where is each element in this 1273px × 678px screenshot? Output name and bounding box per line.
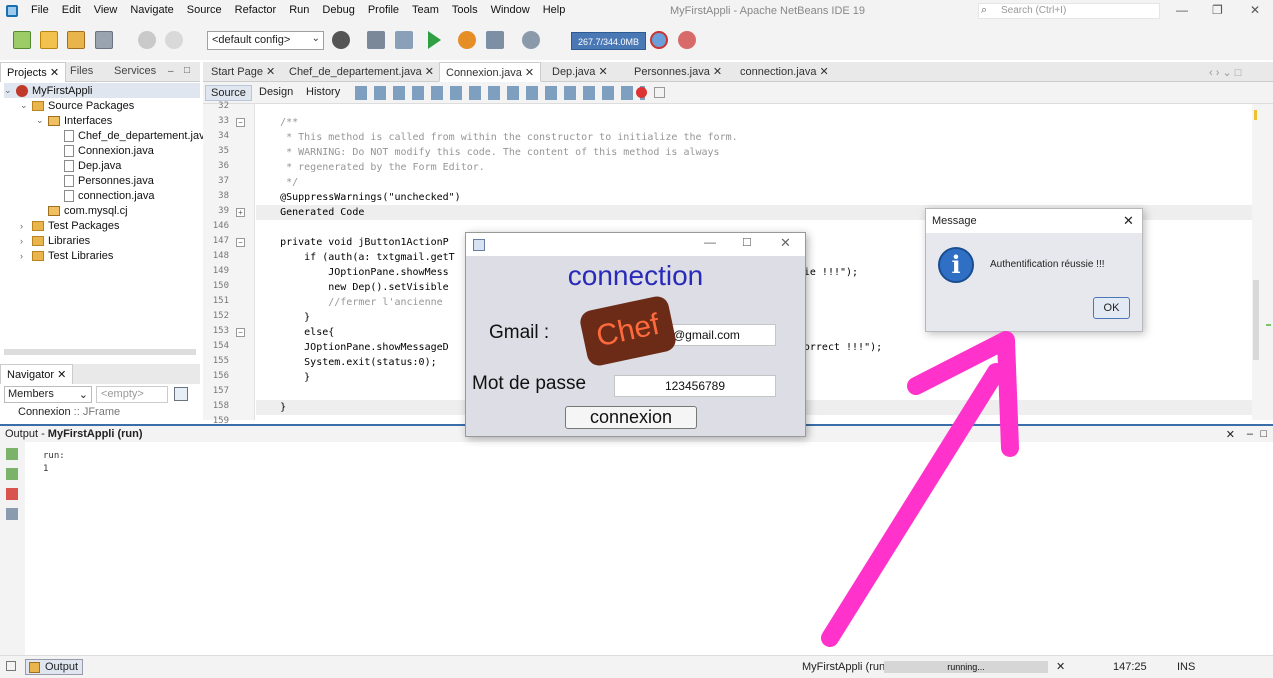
arrow-shaft [821, 363, 1005, 647]
pink-arrow-annotation [821, 331, 1019, 647]
